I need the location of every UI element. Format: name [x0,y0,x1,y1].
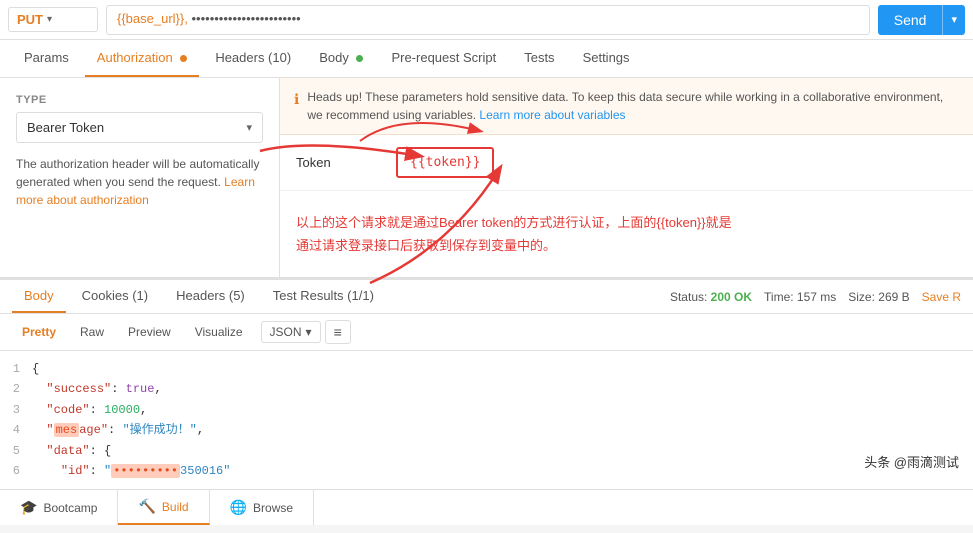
bootcamp-icon: 🎓 [20,499,37,516]
method-label: PUT [17,12,43,27]
token-row: Token {{token}} [280,135,973,191]
send-button[interactable]: Send ▾ [878,5,965,35]
browse-label: Browse [253,501,293,515]
type-dropdown[interactable]: Bearer Token ▾ [16,112,263,143]
type-label: TYPE [16,94,263,106]
build-icon: 🔨 [138,498,155,515]
code-line-4: 4 "mesage": "操作成功！", [0,420,973,440]
method-dropdown-icon: ▾ [47,14,52,25]
format-selector[interactable]: JSON ▾ [261,321,321,343]
bottom-tab-headers[interactable]: Headers (5) [164,280,257,313]
preview-view-button[interactable]: Preview [118,321,181,343]
type-dropdown-icon: ▾ [246,121,252,134]
build-label: Build [162,500,189,514]
annotation-area: 以上的这个请求就是通过Bearer token的方式进行认证，上面的{{toke… [280,191,973,274]
body-dot [356,55,363,62]
auth-left-panel: TYPE Bearer Token ▾ The authorization he… [0,78,280,277]
url-rest: •••••••••••••••••••••••• [191,11,300,26]
type-value: Bearer Token [27,120,104,135]
code-line-1: 1 { [0,359,973,379]
raw-view-button[interactable]: Raw [70,321,114,343]
nav-build[interactable]: 🔨 Build [118,490,209,525]
nav-browse[interactable]: 🌐 Browse [210,490,314,525]
code-line-3: 3 "code": 10000, [0,400,973,420]
browse-icon: 🌐 [230,499,247,516]
code-line-5: 5 "data": { [0,441,973,461]
code-line-2: 2 "success": true, [0,379,973,399]
tab-body[interactable]: Body [307,40,375,77]
method-selector[interactable]: PUT ▾ [8,7,98,32]
bootcamp-label: Bootcamp [43,501,97,515]
auth-right-panel: ℹ Heads up! These parameters hold sensit… [280,78,973,277]
tab-authorization[interactable]: Authorization [85,40,200,77]
auth-description: The authorization header will be automat… [16,155,263,209]
response-body: 1 { 2 "success": true, 3 "code": 10000, … [0,351,973,489]
watermark: 头条 @雨滴测试 [858,450,965,473]
bottom-tab-cookies[interactable]: Cookies (1) [70,280,160,313]
token-value[interactable]: {{token}} [396,147,494,178]
code-toolbar: Pretty Raw Preview Visualize JSON ▾ ≡ [0,314,973,351]
request-tab-bar: Params Authorization Headers (10) Body P… [0,40,973,78]
bottom-tab-test-results[interactable]: Test Results (1/1) [261,280,386,313]
bottom-tab-body[interactable]: Body [12,280,66,313]
pretty-view-button[interactable]: Pretty [12,321,66,343]
auth-panel: TYPE Bearer Token ▾ The authorization he… [0,78,973,278]
bottom-tab-bar: Body Cookies (1) Headers (5) Test Result… [0,278,973,314]
tab-headers[interactable]: Headers (10) [203,40,303,77]
token-label: Token [296,155,396,170]
authorization-dot [180,55,187,62]
learn-more-vars-link[interactable]: Learn more about variables [479,108,625,122]
visualize-view-button[interactable]: Visualize [185,321,253,343]
bottom-section: Body Cookies (1) Headers (5) Test Result… [0,278,973,489]
format-dropdown-icon: ▾ [306,325,312,339]
bottom-nav: 🎓 Bootcamp 🔨 Build 🌐 Browse [0,489,973,525]
tab-settings[interactable]: Settings [571,40,642,77]
send-dropdown-icon[interactable]: ▾ [943,13,965,26]
url-bar[interactable]: {{base_url}}, •••••••••••••••••••••••• [106,5,870,35]
tab-tests[interactable]: Tests [512,40,566,77]
top-bar: PUT ▾ {{base_url}}, ••••••••••••••••••••… [0,0,973,40]
response-time: 157 ms [797,290,836,304]
tab-params[interactable]: Params [12,40,81,77]
response-size: 269 B [878,290,909,304]
chinese-annotation: 以上的这个请求就是通过Bearer token的方式进行认证，上面的{{toke… [296,211,957,258]
status-ok: 200 OK [711,290,752,304]
wrap-button[interactable]: ≡ [325,320,351,344]
nav-bootcamp[interactable]: 🎓 Bootcamp [0,490,118,525]
url-variable: {{base_url}}, [117,11,188,26]
warning-icon: ℹ [294,89,299,110]
tab-prerequest[interactable]: Pre-request Script [379,40,508,77]
send-label: Send [878,12,943,28]
warning-banner: ℹ Heads up! These parameters hold sensit… [280,78,973,135]
code-line-6: 6 "id": "•••••••••350016" [0,461,973,481]
save-response-link[interactable]: Save R [922,290,961,304]
status-bar: Status: 200 OK Time: 157 ms Size: 269 B … [670,290,961,304]
